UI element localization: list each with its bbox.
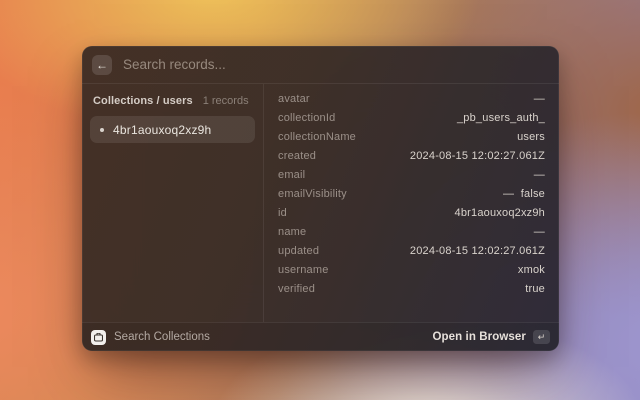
- field-value: 2024-08-15 12:02:27.061Z: [410, 245, 545, 257]
- field-label: name: [278, 226, 306, 238]
- bullet-icon: [100, 128, 104, 132]
- field-value: —: [534, 169, 545, 181]
- field-value: true: [525, 283, 545, 295]
- field-label: collectionName: [278, 131, 356, 143]
- main-area: Collections / users 1 records 4br1aouxoq…: [82, 84, 559, 322]
- toolbox-glyph: [94, 333, 103, 342]
- detail-row: updated 2024-08-15 12:02:27.061Z: [278, 241, 545, 260]
- detail-row: avatar —: [278, 89, 545, 108]
- record-id-label: 4br1aouxoq2xz9h: [113, 123, 211, 137]
- detail-row: emailVisibility — false: [278, 184, 545, 203]
- enter-key-icon: ↵: [533, 330, 550, 344]
- field-label: email: [278, 169, 305, 181]
- arrow-left-icon: ←: [96, 59, 108, 71]
- field-value: 2024-08-15 12:02:27.061Z: [410, 150, 545, 162]
- detail-row: collectionName users: [278, 127, 545, 146]
- action-bar: Search Collections Open in Browser ↵: [82, 322, 559, 351]
- detail-row: username xmok: [278, 260, 545, 279]
- field-value: 4br1aouxoq2xz9h: [455, 207, 545, 219]
- field-label: emailVisibility: [278, 188, 347, 200]
- detail-row: created 2024-08-15 12:02:27.061Z: [278, 146, 545, 165]
- field-label: created: [278, 150, 316, 162]
- field-value: —: [534, 226, 545, 238]
- field-value: — false: [503, 188, 545, 200]
- field-label: avatar: [278, 93, 310, 105]
- search-input[interactable]: [123, 57, 549, 72]
- field-label: verified: [278, 283, 315, 295]
- command-palette-window: ← Collections / users 1 records 4br1aoux…: [82, 46, 559, 351]
- record-list-item-selected[interactable]: 4br1aouxoq2xz9h: [90, 116, 255, 143]
- detail-row: name —: [278, 222, 545, 241]
- field-label: username: [278, 264, 329, 276]
- field-value: —: [534, 93, 545, 105]
- open-in-browser-button[interactable]: Open in Browser ↵: [432, 330, 550, 344]
- sidebar-header: Collections / users 1 records: [90, 92, 255, 116]
- field-label: collectionId: [278, 112, 335, 124]
- detail-row: email —: [278, 165, 545, 184]
- detail-row: verified true: [278, 279, 545, 298]
- field-value: xmok: [518, 264, 545, 276]
- detail-row: id 4br1aouxoq2xz9h: [278, 203, 545, 222]
- field-value: _pb_users_auth_: [457, 112, 545, 124]
- records-sidebar: Collections / users 1 records 4br1aouxoq…: [82, 84, 264, 322]
- field-label: updated: [278, 245, 319, 257]
- record-detail-panel: avatar — collectionId _pb_users_auth_ co…: [264, 84, 559, 322]
- open-in-browser-label: Open in Browser: [432, 331, 526, 343]
- back-button[interactable]: ←: [92, 55, 112, 75]
- record-count: 1 records: [203, 95, 249, 107]
- search-bar: ←: [82, 46, 559, 83]
- field-value: users: [517, 131, 545, 143]
- detail-row: collectionId _pb_users_auth_: [278, 108, 545, 127]
- command-title: Search Collections: [114, 331, 210, 343]
- pocketbase-logo-icon: [91, 330, 106, 345]
- breadcrumb: Collections / users: [93, 95, 193, 107]
- field-label: id: [278, 207, 287, 219]
